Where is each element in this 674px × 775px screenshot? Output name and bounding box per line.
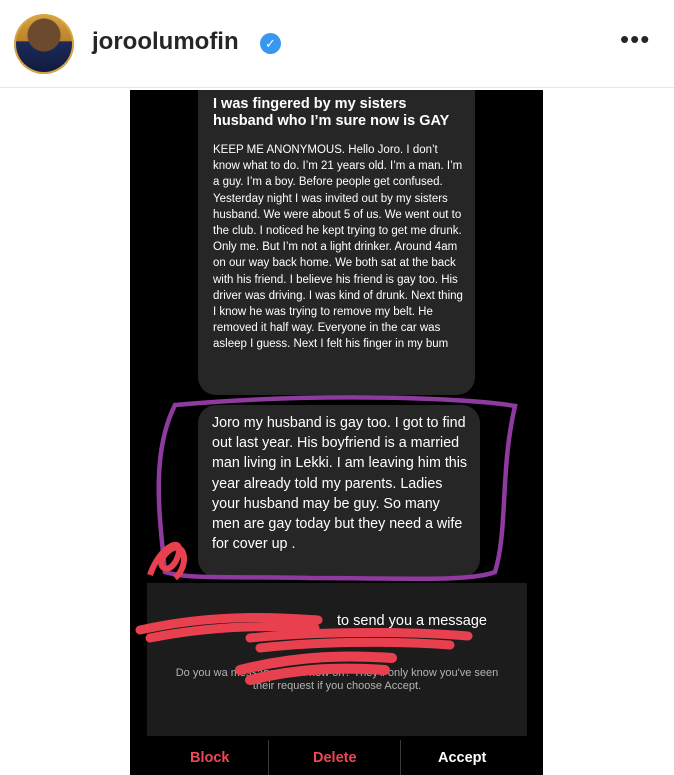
block-button[interactable]: Block xyxy=(190,750,230,766)
message-bubble: I was fingered by my sisters husband who… xyxy=(198,90,475,395)
divider xyxy=(400,740,401,775)
reply-bubble: Joro my husband is gay too. I got to fin… xyxy=(198,405,480,577)
message-request-panel: to send you a message Do you wa messages… xyxy=(147,583,527,736)
request-title: to send you a message xyxy=(147,613,527,629)
avatar[interactable] xyxy=(14,14,74,74)
delete-button[interactable]: Delete xyxy=(313,750,357,766)
message-body: KEEP ME ANONYMOUS. Hello Joro. I don’t k… xyxy=(213,144,463,351)
request-title-text: to send you a message xyxy=(337,613,487,629)
more-options-icon[interactable]: ••• xyxy=(620,24,650,55)
screenshot-image: I was fingered by my sisters husband who… xyxy=(130,90,543,775)
accept-button[interactable]: Accept xyxy=(438,750,486,766)
post-header: joroolumofin ✓ ••• xyxy=(0,0,674,88)
username[interactable]: joroolumofin xyxy=(92,28,239,56)
request-description: Do you wa messages from now on? They'll … xyxy=(175,667,499,692)
message-title: I was fingered by my sisters husband who… xyxy=(213,96,450,129)
divider xyxy=(268,740,269,775)
verified-badge-icon: ✓ xyxy=(260,33,281,54)
request-actions: Block Delete Accept xyxy=(130,740,543,775)
